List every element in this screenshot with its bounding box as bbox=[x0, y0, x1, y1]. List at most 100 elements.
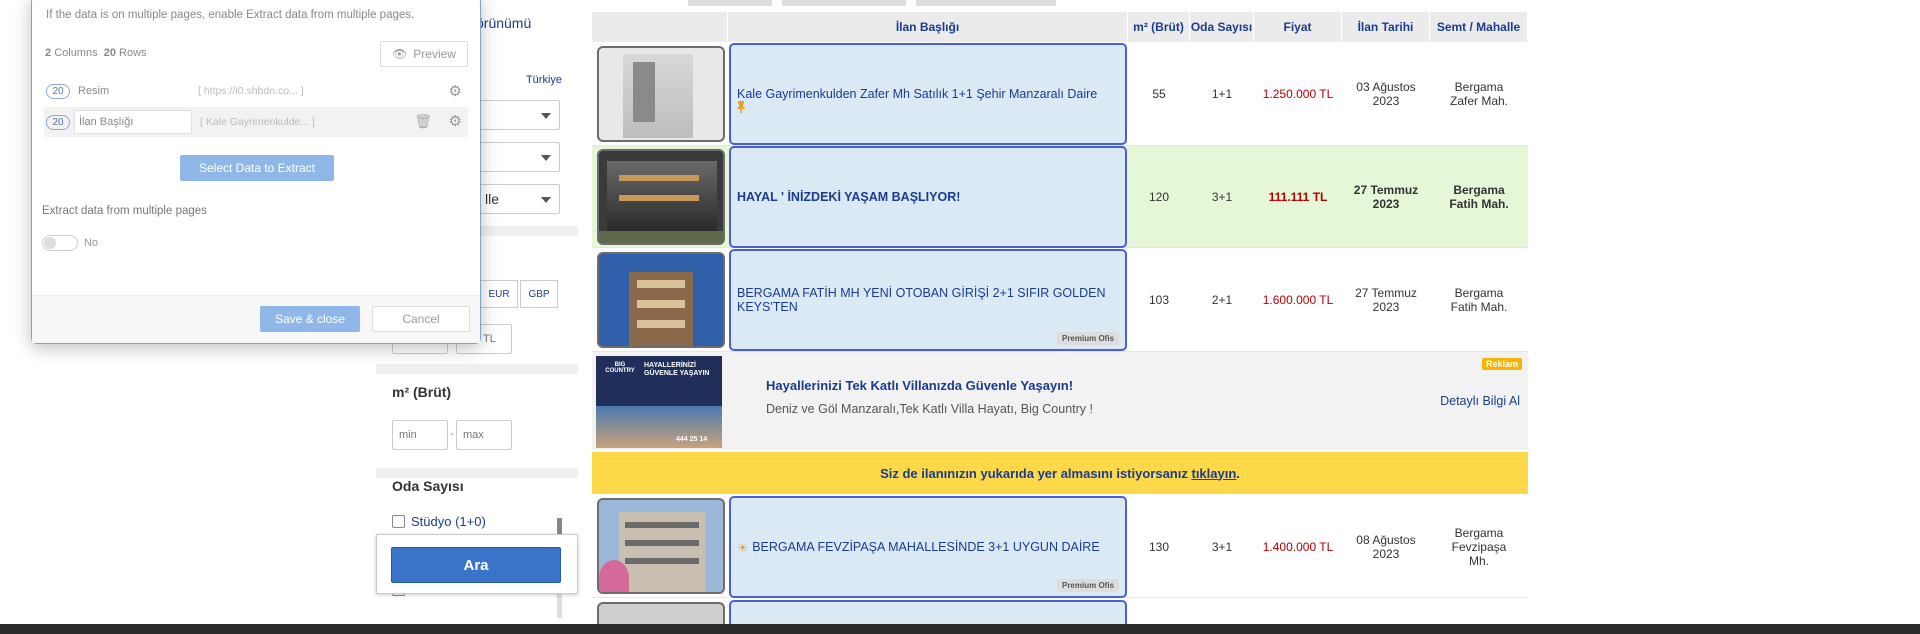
listing-title[interactable]: Kale Gayrimenkulden Zafer Mh Satılık 1+1… bbox=[737, 87, 1097, 101]
listing-date: 27 Temmuz 2023 bbox=[1355, 286, 1417, 314]
listing-area: İlan Başlığı m² (Brüt) Oda Sayısı Fiyat … bbox=[592, 0, 1528, 632]
tab[interactable] bbox=[916, 0, 1056, 6]
listing-title-box[interactable]: HAYAL ' İNİZDEKİ YAŞAM BAŞLIYOR! bbox=[729, 146, 1127, 248]
tab[interactable] bbox=[782, 0, 906, 6]
multi-page-title: Extract data from multiple pages bbox=[42, 205, 207, 217]
field-row[interactable]: 20 Resim [ https://i0.shbdn.co... ] ⚙ bbox=[44, 77, 468, 105]
listing-date: 03 Ağustos 2023 bbox=[1356, 80, 1416, 108]
dialog-info: If the data is on multiple pages, enable… bbox=[46, 9, 415, 21]
save-close-button[interactable]: Save & close bbox=[260, 306, 360, 332]
listing-title[interactable]: HAYAL ' İNİZDEKİ YAŞAM BAŞLIYOR! bbox=[737, 190, 960, 204]
gear-icon[interactable]: ⚙ bbox=[449, 82, 462, 100]
listing-oda: 3+1 bbox=[1211, 540, 1233, 554]
currency-eur[interactable]: EUR bbox=[480, 280, 518, 308]
listing-thumbnail[interactable] bbox=[597, 498, 725, 594]
ad-image[interactable]: BIG COUNTRY HAYALLERİNİZİ GÜVENLE YAŞAYI… bbox=[596, 356, 722, 448]
city-select[interactable] bbox=[476, 100, 560, 130]
preview-button[interactable]: 👁 Preview bbox=[380, 41, 468, 67]
table-row[interactable]: HAYAL ' İNİZDEKİ YAŞAM BAŞLIYOR! 120 3+1… bbox=[592, 146, 1528, 248]
rows-count: 20 bbox=[103, 47, 116, 59]
field-count: 20 bbox=[46, 114, 70, 130]
col-price[interactable]: Fiyat bbox=[1254, 12, 1342, 42]
listing-location: Bergama Fatih Mah. bbox=[1449, 183, 1509, 211]
columns-count: 2 bbox=[45, 47, 52, 59]
col-image bbox=[592, 12, 728, 42]
toggle-knob bbox=[44, 237, 56, 249]
columns-label: Columns bbox=[54, 47, 98, 59]
view-tab[interactable]: örünümü bbox=[476, 8, 556, 38]
col-date[interactable]: İlan Tarihi bbox=[1342, 12, 1430, 42]
table-row[interactable]: ☀ BERGAMA FEVZİPAŞA MAHALLESİNDE 3+1 UYGU… bbox=[592, 496, 1528, 598]
listing-price: 1.600.000 TL bbox=[1262, 293, 1334, 307]
pin-icon bbox=[736, 100, 746, 113]
data-summary: 2 Columns 20 Rows bbox=[45, 47, 147, 59]
taskbar bbox=[0, 624, 1920, 634]
listing-m2: 103 bbox=[1148, 293, 1170, 307]
listing-oda: 2+1 bbox=[1211, 293, 1233, 307]
ad-headline[interactable]: Hayallerinizi Tek Katlı Villanızda Güven… bbox=[766, 378, 1073, 393]
listing-thumbnail[interactable] bbox=[597, 46, 725, 142]
table-row[interactable]: BERGAMA FATİH MH YENİ OTOBAN GİRİŞİ 2+1 … bbox=[592, 248, 1528, 352]
cancel-button[interactable]: Cancel bbox=[372, 306, 470, 332]
field-count: 20 bbox=[46, 83, 70, 99]
sun-icon: ☀ bbox=[737, 540, 749, 555]
m2-title: m² (Brüt) bbox=[392, 384, 452, 400]
gear-icon[interactable]: ⚙ bbox=[449, 112, 462, 130]
checkbox[interactable] bbox=[392, 515, 405, 528]
ad-image-phone: 444 25 14 bbox=[676, 436, 708, 443]
oda-title: Oda Sayısı bbox=[392, 478, 464, 494]
trash-icon[interactable]: 🗑 bbox=[414, 113, 432, 130]
listing-price: 111.111 TL bbox=[1268, 190, 1328, 204]
neighborhood-select[interactable]: lle bbox=[476, 184, 560, 214]
listing-title-box[interactable]: ☀ BERGAMA FEVZİPAŞA MAHALLESİNDE 3+1 UYGU… bbox=[729, 496, 1127, 598]
select-data-button[interactable]: Select Data to Extract bbox=[180, 155, 334, 181]
oda-option-label: Stüdyo (1+0) bbox=[411, 514, 486, 529]
promo-end: . bbox=[1236, 465, 1240, 481]
m2-max-input[interactable]: max bbox=[456, 420, 512, 450]
listing-date: 27 Temmuz 2023 bbox=[1353, 183, 1419, 211]
ad-badge: Reklam bbox=[1481, 358, 1522, 370]
listing-title-box[interactable]: Kale Gayrimenkulden Zafer Mh Satılık 1+1… bbox=[729, 43, 1127, 145]
listing-m2: 55 bbox=[1152, 87, 1166, 101]
listing-price: 1.400.000 TL bbox=[1262, 540, 1334, 554]
listing-title[interactable]: BERGAMA FEVZİPAŞA MAHALLESİNDE 3+1 UYGUN… bbox=[752, 540, 1099, 554]
col-oda[interactable]: Oda Sayısı bbox=[1190, 12, 1254, 42]
listing-location: Bergama Fevzipaşa Mh. bbox=[1451, 526, 1507, 568]
listing-price: 1.250.000 TL bbox=[1262, 87, 1334, 101]
listing-location: Bergama Zafer Mah. bbox=[1449, 80, 1509, 108]
listing-title[interactable]: BERGAMA FATİH MH YENİ OTOBAN GİRİŞİ 2+1 … bbox=[737, 286, 1119, 314]
field-name[interactable]: Resim bbox=[78, 85, 198, 97]
listing-location: Bergama Fatih Mah. bbox=[1450, 286, 1508, 314]
chevron-down-icon bbox=[541, 155, 551, 161]
col-title[interactable]: İlan Başlığı bbox=[728, 12, 1128, 42]
tab[interactable] bbox=[688, 0, 772, 6]
ad-row[interactable]: BIG COUNTRY HAYALLERİNİZİ GÜVENLE YAŞAYI… bbox=[592, 352, 1528, 450]
oda-option-studio[interactable]: Stüdyo (1+0) bbox=[392, 514, 486, 529]
listing-date: 08 Ağustos 2023 bbox=[1356, 533, 1416, 561]
currency-gbp[interactable]: GBP bbox=[520, 280, 558, 308]
neighborhood-select-value: lle bbox=[485, 191, 500, 207]
listing-thumbnail[interactable] bbox=[597, 149, 725, 245]
col-m2[interactable]: m² (Brüt) bbox=[1128, 12, 1190, 42]
field-row[interactable]: 20 İlan Başlığı [ Kale Gayrimenkulde... … bbox=[44, 107, 468, 137]
preview-label: Preview bbox=[413, 47, 456, 61]
field-name-input[interactable]: İlan Başlığı bbox=[74, 110, 192, 134]
field-sample: [ Kale Gayrimenkulde... ] bbox=[200, 116, 315, 128]
multi-page-toggle[interactable] bbox=[42, 235, 78, 251]
table-row[interactable]: Kale Gayrimenkulden Zafer Mh Satılık 1+1… bbox=[592, 42, 1528, 146]
ad-cta[interactable]: Detaylı Bilgi Al bbox=[1440, 394, 1520, 408]
search-button[interactable]: Ara bbox=[391, 547, 561, 583]
m2-min-input[interactable]: min bbox=[392, 420, 448, 450]
listing-title-box[interactable]: BERGAMA FATİH MH YENİ OTOBAN GİRİŞİ 2+1 … bbox=[729, 249, 1127, 351]
extract-dialog: If the data is on multiple pages, enable… bbox=[31, 0, 481, 344]
district-select[interactable] bbox=[476, 142, 560, 172]
country-label[interactable]: Türkiye bbox=[526, 74, 562, 86]
listing-m2: 130 bbox=[1148, 540, 1170, 554]
premium-badge: Premium Ofis bbox=[1056, 579, 1119, 592]
field-sample: [ https://i0.shbdn.co... ] bbox=[198, 85, 304, 97]
ad-description: Deniz ve Göl Manzaralı,Tek Katlı Villa H… bbox=[766, 402, 1093, 416]
col-location[interactable]: Semt / Mahalle bbox=[1430, 12, 1528, 42]
search-panel: Ara bbox=[376, 534, 578, 594]
promo-link[interactable]: tıklayın bbox=[1191, 466, 1236, 481]
listing-thumbnail[interactable] bbox=[597, 252, 725, 348]
